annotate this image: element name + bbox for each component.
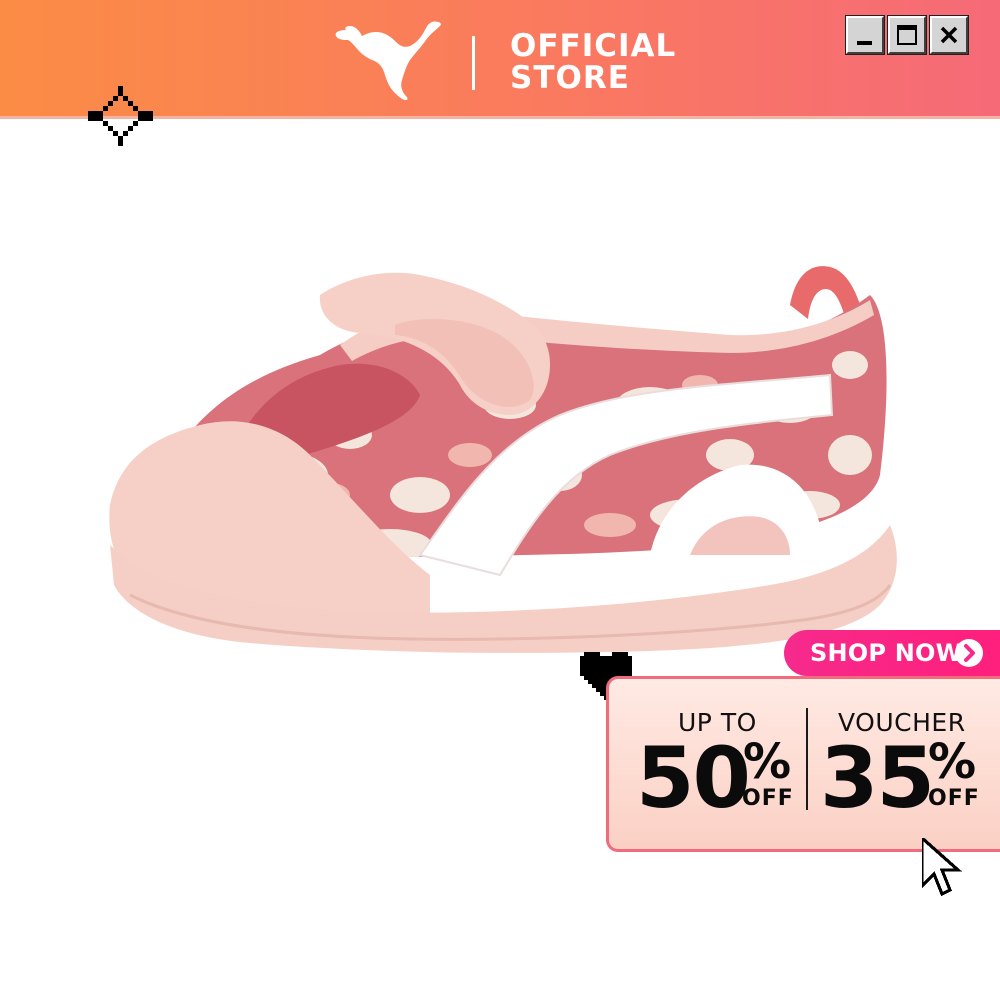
- minimize-icon: [857, 41, 872, 45]
- promo-voucher-off: OFF: [928, 786, 980, 811]
- chevron-right-icon[interactable]: [954, 638, 984, 668]
- window-controls: [845, 15, 969, 55]
- mouse-cursor-icon: [922, 838, 963, 897]
- puma-logo-icon: [335, 21, 441, 101]
- store-line-official: OFFICIAL: [510, 28, 677, 64]
- promo-voucher-value: 35: [820, 729, 935, 827]
- close-button[interactable]: [929, 15, 969, 55]
- promo-discount-percent: %: [743, 734, 792, 790]
- store-line-store: STORE: [510, 60, 630, 96]
- close-icon: [940, 26, 958, 44]
- promo-discount-value: 50: [636, 729, 751, 827]
- product-image-sandal: [109, 266, 897, 653]
- logo-divider: [472, 36, 475, 90]
- maximize-button[interactable]: [887, 15, 927, 55]
- sparkle-icon: [88, 86, 153, 146]
- promo-separator: [806, 708, 808, 810]
- official-store-text: OFFICIAL STORE: [510, 30, 676, 94]
- maximize-icon: [897, 25, 917, 45]
- promo-discount-off: OFF: [742, 786, 794, 811]
- promo-voucher-percent: %: [928, 734, 977, 790]
- shop-now-label: SHOP NOW: [810, 639, 963, 667]
- minimize-button[interactable]: [845, 15, 885, 55]
